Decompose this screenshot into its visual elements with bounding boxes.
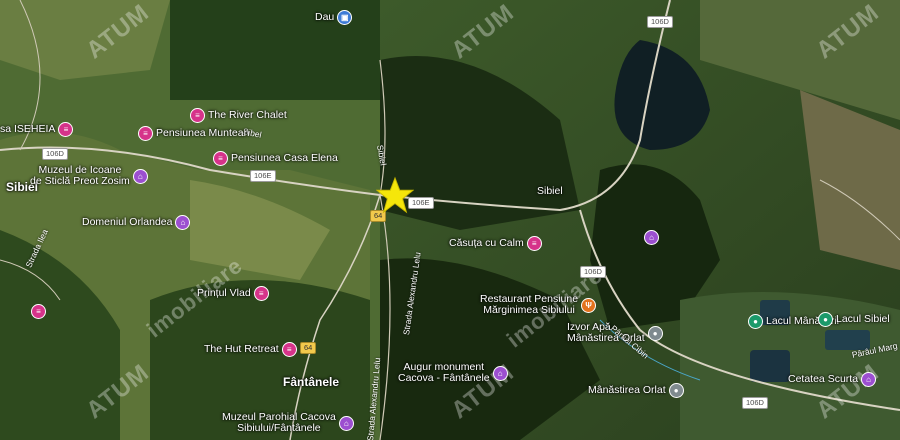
poi-dau[interactable]: Dau ▣ [315,10,353,25]
poi-label: Muzeul Parohial Cacova Sibiului/Fântânel… [222,411,336,434]
poi-unnamed-east[interactable]: ⌂ [644,230,659,245]
location-star-icon[interactable] [376,176,414,214]
poi-river-chalet[interactable]: ≡ The River Chalet [190,108,287,123]
poi-unnamed-west[interactable]: ≡ [31,304,46,319]
bed-icon: ≡ [281,342,297,357]
bed-icon: ≡ [138,126,153,141]
monument-icon: ⌂ [644,230,659,245]
poi-pensiunea-muntean[interactable]: ≡ Pensiunea Muntean [138,126,249,141]
pin-icon: ● [647,325,663,341]
lake-icon: ● [818,312,833,327]
monument-icon: ⌂ [492,365,508,381]
poi-lacul-sibiel[interactable]: ● Lacul Sibiel [818,312,890,327]
poi-label: Domeniul Orlandea [82,216,173,228]
poi-label: Căsuța cu Calm [449,237,524,249]
poi-label: sa ISEHEIA [0,123,56,135]
poi-casuta-calm[interactable]: Căsuța cu Calm ≡ [449,236,542,251]
bed-icon: ≡ [253,286,269,301]
building-icon: ▣ [337,10,353,25]
lake-icon: ● [748,314,763,329]
bed-icon: ≡ [58,122,74,137]
bed-icon: ≡ [526,236,542,251]
poi-muzeul-icoane[interactable]: Muzeul de Icoane de Sticlă Preot Zosim ⌂ [30,165,148,187]
poi-label: Dau [315,11,335,23]
poi-label: Lacul Sibiel [836,313,890,325]
map-canvas[interactable]: ATUM ATUM ATUM ATUM ATUM ATUM imobiliare… [0,0,900,440]
poi-label: The River Chalet [208,109,287,121]
poi-label: Cetatea Scurta [788,373,859,385]
road-badge: 106D [742,397,768,409]
museum-icon: ⌂ [132,168,148,184]
poi-restaurant[interactable]: Restaurant Pensiune Mărginimea Sibiului … [480,293,597,316]
poi-label: Pensiunea Muntean [156,127,250,139]
poi-label: Pensiunea Casa Elena [231,152,338,164]
poi-manastirea-orlat[interactable]: Mânăstirea Orlat ● [588,383,684,398]
poi-label: Muzeul de Icoane de Sticlă Preot Zosim [30,164,130,187]
road-badge: 106E [250,170,276,182]
road-badge: 106D [647,16,673,28]
road-badge: 64 [300,342,317,354]
bed-icon: ≡ [190,108,205,123]
poi-augur-monument[interactable]: Augur monument Cacova - Fântânele ⌂ [398,362,508,384]
poi-label: The Hut Retreat [204,343,279,355]
monument-icon: ⌂ [861,372,877,387]
poi-printul-vlad[interactable]: Prințul Vlad ≡ [197,286,269,301]
road-badge: 106D [42,148,68,160]
poi-cetatea-scurta[interactable]: Cetatea Scurta ⌂ [788,372,877,387]
poi-izvor-apa[interactable]: Izvor Apă Mânăstirea Orlat ● [567,322,663,344]
poi-label: Mânăstirea Orlat [588,384,666,396]
town-label: Fântânele [283,375,340,389]
museum-icon: ⌂ [338,415,354,431]
poi-hut-retreat[interactable]: The Hut Retreat ≡ [204,342,297,357]
bed-icon: ≡ [31,304,46,319]
bed-icon: ≡ [213,151,228,166]
poi-label: Augur monument Cacova - Fântânele [398,361,490,384]
poi-label: Restaurant Pensiune Mărginimea Sibiului [480,293,579,316]
poi-muzeu-cacova[interactable]: Muzeul Parohial Cacova Sibiului/Fântânel… [222,412,354,434]
town-label: Sibiel [537,185,563,197]
poi-label: Izvor Apă Mânăstirea Orlat [567,321,645,344]
poi-domeniul-orlandea[interactable]: Domeniul Orlandea ⌂ [82,215,191,230]
pin-icon: ● [668,383,684,398]
road-badge: 106D [580,266,606,278]
poi-casa-elena[interactable]: ≡ Pensiunea Casa Elena [213,151,338,166]
poi-isehia[interactable]: sa ISEHEIA ≡ [0,122,74,137]
building-icon: ⌂ [175,215,191,230]
poi-label: Prințul Vlad [197,287,251,299]
restaurant-icon: Ψ [581,297,597,313]
